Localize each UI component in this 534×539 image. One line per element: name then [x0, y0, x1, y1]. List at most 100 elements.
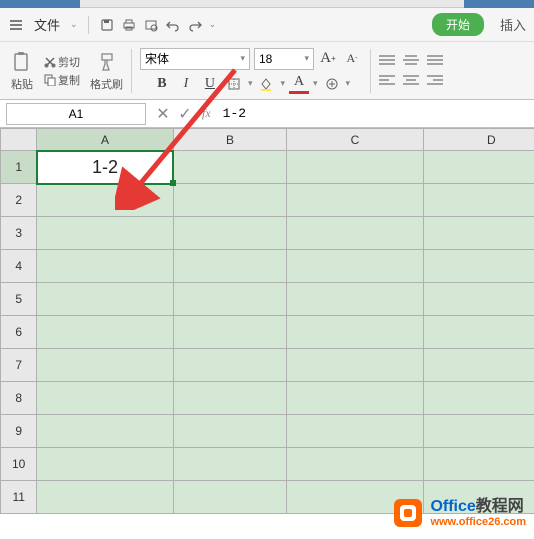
- row-header[interactable]: 10: [1, 448, 37, 481]
- align-center-icon[interactable]: [403, 74, 421, 88]
- row-header[interactable]: 9: [1, 415, 37, 448]
- cell[interactable]: [423, 415, 534, 448]
- file-menu[interactable]: 文件: [30, 13, 64, 36]
- bold-button[interactable]: B: [152, 74, 172, 94]
- cell[interactable]: [37, 217, 173, 250]
- border-dropdown-icon[interactable]: ▾: [248, 78, 253, 89]
- fx-icon[interactable]: fx: [202, 106, 211, 121]
- row-header[interactable]: 3: [1, 217, 37, 250]
- row-header[interactable]: 7: [1, 349, 37, 382]
- cell[interactable]: [287, 151, 423, 184]
- effects-button[interactable]: [322, 74, 342, 94]
- cell[interactable]: [287, 316, 423, 349]
- select-all-corner[interactable]: [1, 129, 37, 151]
- align-right-icon[interactable]: [427, 74, 445, 88]
- active-cell[interactable]: 1-2: [37, 151, 173, 184]
- cell[interactable]: [423, 283, 534, 316]
- cell[interactable]: [37, 382, 173, 415]
- format-painter-icon[interactable]: [95, 50, 119, 74]
- undo-icon[interactable]: [165, 17, 181, 33]
- cell[interactable]: [287, 349, 423, 382]
- cell[interactable]: [423, 382, 534, 415]
- copy-button[interactable]: 复制: [44, 72, 80, 88]
- row-header[interactable]: 4: [1, 250, 37, 283]
- cell[interactable]: [423, 151, 534, 184]
- row-header[interactable]: 8: [1, 382, 37, 415]
- increase-font-icon[interactable]: A+: [318, 49, 338, 69]
- cell[interactable]: [173, 283, 287, 316]
- format-painter-label[interactable]: 格式刷: [90, 76, 123, 92]
- cell[interactable]: [287, 283, 423, 316]
- cell[interactable]: [173, 382, 287, 415]
- cut-button[interactable]: 剪切: [44, 54, 80, 70]
- cell[interactable]: [173, 481, 287, 514]
- cell[interactable]: [287, 250, 423, 283]
- hamburger-icon[interactable]: [8, 17, 24, 33]
- cell[interactable]: [173, 217, 287, 250]
- cell[interactable]: [173, 184, 287, 217]
- cell[interactable]: [423, 184, 534, 217]
- cell[interactable]: [37, 283, 173, 316]
- row-header[interactable]: 2: [1, 184, 37, 217]
- cell[interactable]: [423, 217, 534, 250]
- cell[interactable]: [423, 316, 534, 349]
- paste-label[interactable]: 粘贴: [11, 76, 33, 92]
- redo-icon[interactable]: [187, 17, 203, 33]
- print-icon[interactable]: [121, 17, 137, 33]
- row-header[interactable]: 5: [1, 283, 37, 316]
- fill-dropdown-icon[interactable]: ▾: [280, 78, 285, 89]
- cell[interactable]: [173, 415, 287, 448]
- row-header[interactable]: 1: [1, 151, 37, 184]
- cell[interactable]: [37, 415, 173, 448]
- italic-button[interactable]: I: [176, 74, 196, 94]
- cell[interactable]: [173, 448, 287, 481]
- cell[interactable]: [37, 448, 173, 481]
- align-top-icon[interactable]: [379, 54, 397, 68]
- cell[interactable]: [423, 448, 534, 481]
- spreadsheet-grid[interactable]: A B C D 1 1-2 2 3 4 5 6 7 8 9 10 11: [0, 128, 534, 514]
- cell[interactable]: [37, 184, 173, 217]
- formula-input[interactable]: [217, 103, 534, 125]
- cell[interactable]: [423, 250, 534, 283]
- font-size-select[interactable]: 18 ▾: [254, 48, 314, 70]
- tab-insert[interactable]: 插入: [500, 15, 526, 34]
- effects-dropdown-icon[interactable]: ▾: [346, 78, 351, 89]
- cell[interactable]: [37, 250, 173, 283]
- paste-icon[interactable]: [10, 50, 34, 74]
- cell[interactable]: [37, 316, 173, 349]
- name-box[interactable]: A1: [6, 103, 146, 125]
- underline-button[interactable]: U: [200, 74, 220, 94]
- cell[interactable]: [37, 349, 173, 382]
- font-color-dropdown-icon[interactable]: ▾: [313, 78, 318, 89]
- save-icon[interactable]: [99, 17, 115, 33]
- align-middle-icon[interactable]: [403, 54, 421, 68]
- cell[interactable]: [37, 481, 173, 514]
- row-header[interactable]: 6: [1, 316, 37, 349]
- align-bottom-icon[interactable]: [427, 54, 445, 68]
- column-header[interactable]: C: [287, 129, 423, 151]
- cell[interactable]: [173, 316, 287, 349]
- row-header[interactable]: 11: [1, 481, 37, 514]
- cell[interactable]: [287, 184, 423, 217]
- font-name-select[interactable]: 宋体 ▾: [140, 48, 250, 70]
- column-header[interactable]: D: [423, 129, 534, 151]
- cell[interactable]: [287, 382, 423, 415]
- cell[interactable]: [423, 349, 534, 382]
- cell[interactable]: [287, 415, 423, 448]
- fill-handle[interactable]: [170, 180, 176, 186]
- confirm-icon[interactable]: ✓: [174, 103, 196, 125]
- cell[interactable]: [287, 448, 423, 481]
- column-header[interactable]: B: [173, 129, 287, 151]
- file-dropdown-icon[interactable]: ⌄: [70, 19, 78, 30]
- print-preview-icon[interactable]: [143, 17, 159, 33]
- align-left-icon[interactable]: [379, 74, 397, 88]
- column-header[interactable]: A: [37, 129, 173, 151]
- tab-start[interactable]: 开始: [432, 13, 484, 36]
- qat-dropdown-icon[interactable]: ⌄: [209, 19, 217, 30]
- cancel-icon[interactable]: ✕: [152, 103, 174, 125]
- cell[interactable]: [287, 217, 423, 250]
- cell[interactable]: [173, 250, 287, 283]
- font-color-button[interactable]: A: [289, 74, 309, 94]
- cell[interactable]: [173, 349, 287, 382]
- decrease-font-icon[interactable]: A-: [342, 49, 362, 69]
